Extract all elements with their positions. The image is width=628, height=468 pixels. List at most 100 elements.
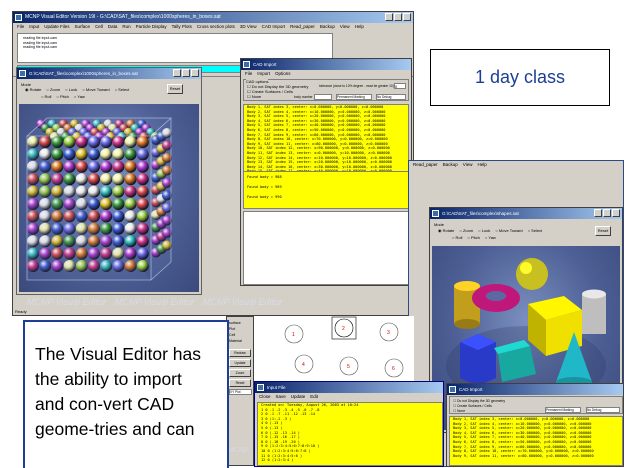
radio-label: Zoom bbox=[462, 228, 474, 233]
body-line: Body 11, SAT index 13, center: x=0.00000… bbox=[247, 150, 390, 155]
second-minimize-button[interactable] bbox=[594, 209, 602, 217]
second-mode-radio[interactable]: ○ Look bbox=[478, 228, 490, 233]
sphere bbox=[136, 247, 149, 260]
main-menu-item[interactable]: File bbox=[17, 24, 24, 29]
found-line: Found body = 989 bbox=[247, 185, 282, 189]
viewer-close-button[interactable] bbox=[191, 69, 199, 77]
main-menu-item[interactable]: Tally Plots bbox=[172, 24, 192, 29]
main-menu-item[interactable]: Cross section plots bbox=[197, 24, 235, 29]
viewer-minimize-button[interactable] bbox=[173, 69, 181, 77]
opt-none-checkbox[interactable]: ☐ None bbox=[247, 94, 261, 99]
viewer-title-bar[interactable]: G:\CAD\SAT_files\complex\1000spheres_in_… bbox=[17, 68, 201, 79]
main-menu-item[interactable]: Cell bbox=[95, 24, 103, 29]
input-menu-item[interactable]: Update bbox=[291, 394, 306, 399]
debug-select[interactable]: No Debug bbox=[376, 94, 406, 100]
second-menu-item[interactable]: Backup bbox=[443, 162, 458, 167]
mode-radio[interactable]: ○ Pitch bbox=[56, 94, 68, 99]
main-menu-item[interactable]: Update Files bbox=[44, 24, 69, 29]
main-editor-window: MCNP Visual Editor Version 19I - G:\CAD\… bbox=[12, 11, 414, 316]
main-menu-item[interactable]: Backup bbox=[320, 24, 335, 29]
side-button[interactable]: Redraw bbox=[229, 349, 251, 357]
second-mode-radio[interactable]: ◉ Rotate bbox=[438, 228, 454, 233]
mode-radio[interactable]: ○ Move Toward bbox=[82, 87, 109, 92]
second-cad-title-bar[interactable]: CAD Import bbox=[447, 384, 623, 395]
cad-menu-item[interactable]: File bbox=[245, 71, 252, 76]
second-mode-radio[interactable]: ○ Yaw bbox=[485, 235, 496, 240]
second-menu-item[interactable]: Help bbox=[477, 162, 486, 167]
second-opt-display[interactable]: ☐ Do not Display the 3D geometry bbox=[453, 399, 505, 403]
geometry-plot: 1 2 3 4 5 6 bbox=[254, 316, 414, 382]
second-viewer-title-bar[interactable]: G:\CAD\SAT_files\complex\shapes.sat bbox=[430, 208, 622, 219]
input-title: Input File bbox=[267, 385, 286, 390]
second-menu-item[interactable]: Read_paper bbox=[413, 162, 438, 167]
second-debug-select[interactable]: No Debug bbox=[586, 407, 620, 413]
input-text-area[interactable]: Created on: Tuesday, August 26, 2003 at … bbox=[257, 402, 443, 466]
viewer-maximize-button[interactable] bbox=[182, 69, 190, 77]
main-menu-item[interactable]: Data bbox=[108, 24, 118, 29]
input-menu-item[interactable]: Edit bbox=[310, 394, 318, 399]
body-number-input[interactable] bbox=[314, 94, 332, 100]
app-icon bbox=[15, 14, 22, 21]
main-menu-item[interactable]: Read_paper bbox=[290, 24, 315, 29]
second-close-button[interactable] bbox=[612, 209, 620, 217]
main-menu-item[interactable]: Run bbox=[122, 24, 130, 29]
close-button[interactable] bbox=[403, 13, 411, 21]
second-mode-radio[interactable]: ○ Select bbox=[528, 228, 543, 233]
main-title-bar[interactable]: MCNP Visual Editor Version 19I - G:\CAD\… bbox=[13, 12, 413, 23]
second-mode-radio[interactable]: ○ Pitch bbox=[467, 235, 479, 240]
second-cad-icon bbox=[449, 386, 456, 393]
tolerance-input[interactable]: 0 bbox=[394, 83, 406, 89]
main-menu-item[interactable]: 3D View bbox=[240, 24, 257, 29]
sphere bbox=[100, 198, 113, 210]
second-opt-none[interactable]: ☐ None bbox=[453, 409, 465, 413]
side-button[interactable]: Reset bbox=[229, 379, 251, 387]
permanent-select[interactable]: Permanent Marking bbox=[336, 94, 372, 100]
cad-menu-item[interactable]: Import bbox=[257, 71, 270, 76]
cad-viewport[interactable] bbox=[19, 104, 199, 292]
maximize-button[interactable] bbox=[394, 13, 402, 21]
cad-title-bar[interactable]: CAD Import bbox=[241, 59, 411, 70]
second-permanent-select[interactable]: Permanent Marking bbox=[545, 407, 581, 413]
mode-radio[interactable]: ○ Zoom bbox=[46, 87, 60, 92]
sphere bbox=[63, 160, 76, 173]
input-title-bar[interactable]: Input File bbox=[255, 382, 443, 393]
side-button[interactable]: Update bbox=[229, 359, 251, 367]
second-reset-button[interactable]: Reset bbox=[595, 226, 611, 236]
sphere bbox=[39, 136, 52, 148]
second-mode-radio[interactable]: ○ Move Toward bbox=[495, 228, 522, 233]
sphere bbox=[100, 210, 113, 223]
main-menu-item[interactable]: Particle Display bbox=[136, 24, 167, 29]
radio-label: Roll bbox=[44, 94, 52, 99]
second-menu-item[interactable]: View bbox=[463, 162, 473, 167]
second-mode-radio[interactable]: ○ Roll bbox=[452, 235, 462, 240]
mode-radio[interactable]: ○ Yaw bbox=[74, 94, 85, 99]
second-maximize-button[interactable] bbox=[603, 209, 611, 217]
plot-type-select[interactable]: XY Plot bbox=[229, 389, 252, 395]
mode-radio[interactable]: ○ Look bbox=[65, 87, 77, 92]
main-menu-item[interactable]: CAD Import bbox=[262, 24, 286, 29]
plot-label: 6 bbox=[392, 366, 395, 372]
sphere bbox=[51, 136, 64, 148]
found-line: Found body = 988 bbox=[247, 175, 282, 179]
found-list: Found body = 988 Found body = 989 Found bo… bbox=[243, 171, 409, 209]
main-menu-item[interactable]: Help bbox=[355, 24, 364, 29]
cad-menu-item[interactable]: Options bbox=[275, 71, 291, 76]
sphere bbox=[124, 136, 137, 148]
side-button[interactable]: Zoom bbox=[229, 369, 251, 377]
main-menu-item[interactable]: View bbox=[340, 24, 350, 29]
second-mode-radio[interactable]: ○ Zoom bbox=[459, 228, 473, 233]
side-option[interactable]: Material bbox=[229, 338, 242, 344]
sphere bbox=[136, 198, 149, 210]
reset-button[interactable]: Reset bbox=[167, 84, 183, 94]
main-menu-item[interactable]: Surface bbox=[75, 24, 91, 29]
mode-radio[interactable]: ○ Select bbox=[115, 87, 130, 92]
mode-radio[interactable]: ○ Roll bbox=[41, 94, 51, 99]
minimize-button[interactable] bbox=[385, 13, 393, 21]
main-menu-item[interactable]: Input bbox=[29, 24, 39, 29]
plot-label: 4 bbox=[302, 362, 305, 368]
input-menu-item[interactable]: Close bbox=[259, 394, 271, 399]
input-menu-item[interactable]: Save bbox=[276, 394, 286, 399]
second-opt-bodies[interactable]: ☐ Create Surfaces / Cells bbox=[453, 404, 492, 408]
mode-radio[interactable]: ◉ Rotate bbox=[25, 87, 41, 92]
sphere bbox=[112, 148, 125, 161]
